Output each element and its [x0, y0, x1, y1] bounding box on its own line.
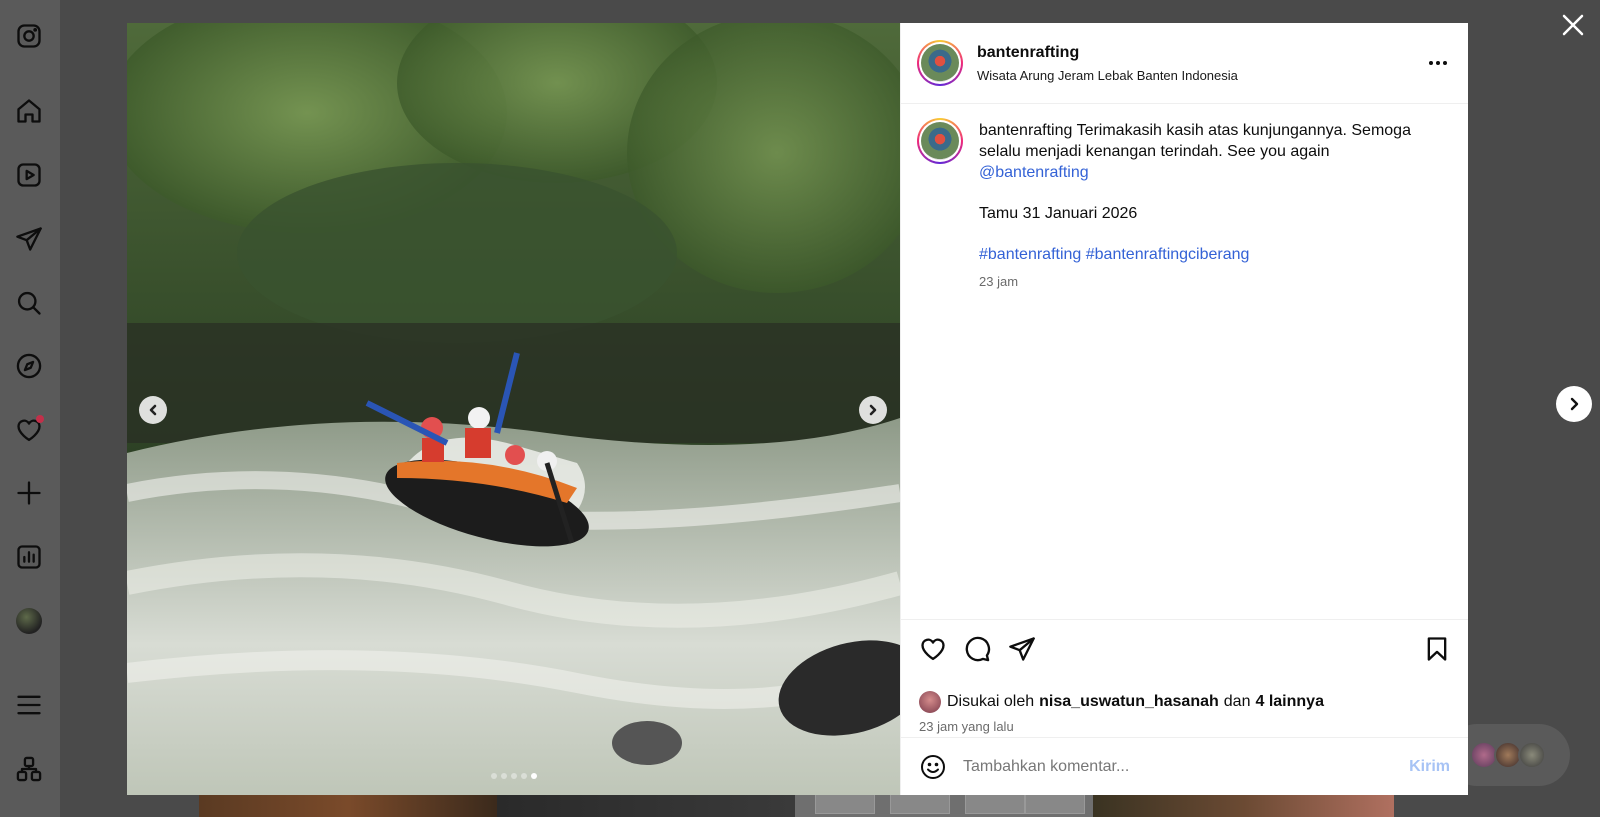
profile-avatar[interactable]: [14, 606, 44, 636]
home-icon[interactable]: [14, 96, 44, 126]
likes-section: Disukai oleh nisa_uswatun_hasanah dan 4 …: [901, 691, 1468, 737]
post-header: bantenrafting Wisata Arung Jeram Lebak B…: [901, 23, 1468, 104]
carousel-dot: [520, 773, 527, 779]
comment-input[interactable]: [963, 757, 1410, 776]
post-username[interactable]: bantenrafting: [977, 44, 1238, 62]
likes-liker[interactable]: nisa_uswatun_hasanah: [1039, 693, 1219, 711]
save-bookmark-icon[interactable]: [1422, 634, 1452, 664]
carousel-dot: [530, 773, 537, 779]
notification-dot: [36, 415, 44, 423]
more-options-icon[interactable]: [1424, 51, 1452, 75]
chevron-right-icon: [869, 404, 877, 416]
post-location[interactable]: Wisata Arung Jeram Lebak Banten Indonesi…: [977, 68, 1238, 83]
caption-hashtags[interactable]: #bantenrafting #bantenraftingciberang: [979, 244, 1439, 265]
caption-mention[interactable]: @bantenrafting: [979, 162, 1439, 183]
send-comment-button[interactable]: Kirim: [1409, 758, 1450, 776]
post-details-panel: bantenrafting Wisata Arung Jeram Lebak B…: [900, 23, 1468, 795]
also-from-meta-icon[interactable]: [14, 754, 44, 784]
carousel-dot: [490, 773, 497, 779]
avatar: [1518, 741, 1546, 769]
caption-guest-line: Tamu 31 Januari 2026: [979, 205, 1138, 222]
likes-others[interactable]: 4 lainnya: [1255, 693, 1323, 711]
avatar: [16, 608, 42, 634]
carousel-dot: [500, 773, 507, 779]
next-post-button[interactable]: [1556, 386, 1592, 422]
messages-icon[interactable]: [14, 224, 44, 254]
search-icon[interactable]: [14, 288, 44, 318]
likes-joiner: dan: [1223, 693, 1251, 710]
menu-icon[interactable]: [14, 690, 44, 720]
left-sidebar: [0, 0, 60, 817]
emoji-icon[interactable]: [919, 753, 947, 781]
comment-icon[interactable]: [962, 634, 992, 664]
rafting-photo: [127, 23, 900, 795]
carousel-indicator: [127, 773, 900, 779]
dashboard-icon[interactable]: [14, 542, 44, 572]
reels-icon[interactable]: [14, 160, 44, 190]
avatar: [921, 44, 959, 82]
add-comment-bar: Kirim: [901, 737, 1468, 795]
story-ring[interactable]: [917, 118, 963, 164]
instagram-logo-icon[interactable]: [14, 21, 44, 51]
chevron-right-icon: [1570, 397, 1579, 411]
chevron-left-icon: [149, 404, 157, 416]
avatar: [919, 691, 941, 713]
carousel-next-button[interactable]: [859, 396, 887, 424]
post-time-ago[interactable]: 23 jam yang lalu: [919, 719, 1450, 734]
post-modal: bantenrafting Wisata Arung Jeram Lebak B…: [127, 23, 1468, 795]
explore-icon[interactable]: [14, 351, 44, 381]
comments-section: bantenrafting Terimakasih kasih atas kun…: [901, 104, 1468, 619]
caption-time: 23 jam: [979, 274, 1019, 289]
post-actions: [901, 619, 1468, 691]
share-icon[interactable]: [1007, 634, 1037, 664]
close-icon[interactable]: [1560, 12, 1586, 38]
likes-prefix: Disukai oleh: [947, 693, 1035, 710]
post-photo: [127, 23, 900, 795]
caption: bantenrafting Terimakasih kasih atas kun…: [917, 118, 1452, 292]
caption-username[interactable]: bantenrafting: [979, 122, 1072, 139]
avatar: [921, 122, 959, 160]
like-heart-icon[interactable]: [918, 634, 948, 664]
carousel-dot: [510, 773, 517, 779]
notifications-heart-icon[interactable]: [14, 415, 44, 445]
carousel-prev-button[interactable]: [139, 396, 167, 424]
story-ring[interactable]: [917, 40, 963, 86]
create-plus-icon[interactable]: [14, 478, 44, 508]
